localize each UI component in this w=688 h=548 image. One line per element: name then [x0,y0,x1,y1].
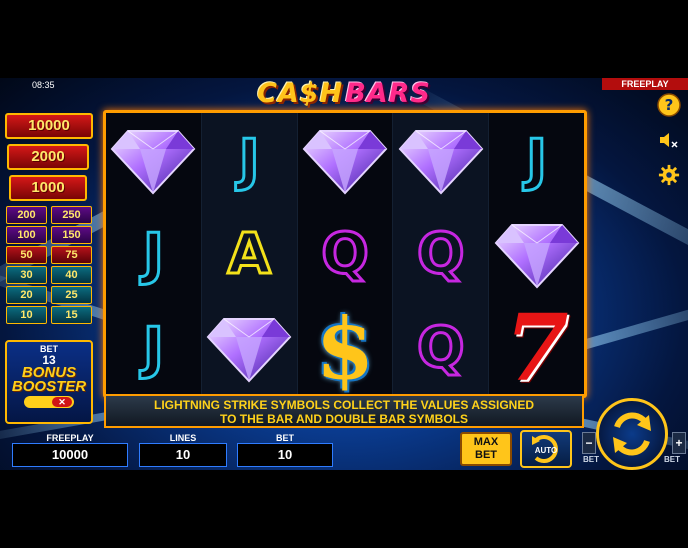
booster-toggle[interactable]: ✕ [24,396,74,408]
bonus-booster[interactable]: BET 13 BONUS BOOSTER ✕ [5,340,93,424]
reel: QQ [393,113,490,395]
symbol-diamond [106,113,201,207]
max-bet-button[interactable]: MAX BET [460,432,512,466]
max-bet-line1: MAX [473,436,499,448]
freeplay-label: FREEPLAY [46,433,94,443]
bet-label: BET [276,433,294,443]
symbol-dollar: $ [298,298,393,398]
letter-symbol: Q [415,314,466,382]
booster-title-line2: BOOSTER [11,378,87,395]
paytable-value: 40 [51,266,92,284]
freeplay-balance: 10000 [12,443,128,467]
diamond-icon [111,130,196,195]
reel: J7 [489,113,584,402]
paytable-value: 50 [6,246,47,264]
paytable-value: 20 [6,286,47,304]
symbol-diamond [298,113,393,207]
settings-button[interactable] [656,162,682,188]
letter-symbol: J [141,314,165,382]
info-message-line2: TO THE BAR AND DOUBLE BAR SYMBOLS [219,412,468,426]
spin-icon [613,412,651,456]
help-button[interactable]: ? [656,92,682,118]
spin-button[interactable] [596,398,668,470]
max-bet-line2: BET [475,449,497,461]
info-message-line1: LIGHTNING STRIKE SYMBOLS COLLECT THE VAL… [153,398,534,412]
close-icon: ✕ [52,397,72,407]
mode-badge: FREEPLAY [602,78,688,90]
autoplay-button[interactable]: AUTO [520,430,572,468]
dollar-symbol: $ [315,298,375,398]
info-message: LIGHTNING STRIKE SYMBOLS COLLECT THE VAL… [104,394,584,428]
symbol-j: J [489,113,584,207]
symbol-j: J [106,207,201,301]
paytable-value: 250 [51,206,92,224]
symbol-q: Q [298,207,393,301]
bet-increase-label: BET [664,455,680,464]
paytable-value: 15 [51,306,92,324]
logo-bars: BARS [345,77,431,109]
letter-symbol: J [141,220,165,288]
bet-value[interactable]: 10 [237,443,333,467]
sound-muted-icon [660,133,678,148]
letter-symbol: J [525,126,549,194]
lines-value[interactable]: 10 [139,443,227,467]
reel: Q $ [298,113,394,398]
logo-cash: CA$H [257,77,344,109]
symbol-j: J [106,301,201,395]
paytable-value: 200 [6,206,47,224]
help-icon: ? [657,93,681,117]
paytable-value: 100 [6,226,47,244]
symbol-q: Q [393,207,488,301]
paytable-value: 10 [6,306,47,324]
sound-button[interactable] [656,127,682,153]
clock: 08:35 [32,80,55,90]
autoplay-label: AUTO [535,446,558,455]
symbol-j: J [202,113,297,207]
paytable-value: 150 [51,226,92,244]
reel: JJ [106,113,202,395]
diamond-icon [206,318,292,383]
paytable-value: 30 [6,266,47,284]
letter-symbol: A [226,220,272,288]
symbol-a: A [202,207,297,301]
bet-decrease-button[interactable]: − [582,432,596,454]
symbol-q: Q [393,301,488,395]
symbol-diamond [393,113,488,207]
bet-decrease-label: BET [583,455,599,464]
diamond-icon [494,224,579,289]
letter-symbol: Q [415,220,466,288]
paytable-value: 25 [51,286,92,304]
diamond-icon [302,130,388,195]
lines-label: LINES [169,433,197,443]
reel: JA [201,113,298,395]
symbol-seven: 7 [489,294,584,402]
reel-grid: J J J A Q $ Q Q J 7 [103,110,587,402]
jackpot-middle: 2000 [7,144,89,170]
jackpot-top: 10000 [5,113,93,139]
letter-symbol: Q [320,220,371,288]
diamond-icon [398,130,484,195]
autoplay-icon: AUTO [532,435,558,463]
symbol-diamond [489,207,584,301]
bet-increase-button[interactable]: + [672,432,686,454]
paytable-value: 75 [51,246,92,264]
svg-text:?: ? [665,96,674,114]
letter-symbol: J [237,126,261,194]
gear-icon [658,164,680,186]
jackpot-bottom: 1000 [9,175,87,201]
seven-symbol: 7 [504,294,569,402]
game-logo: CA$H BARS [220,77,468,109]
symbol-diamond [202,301,297,395]
